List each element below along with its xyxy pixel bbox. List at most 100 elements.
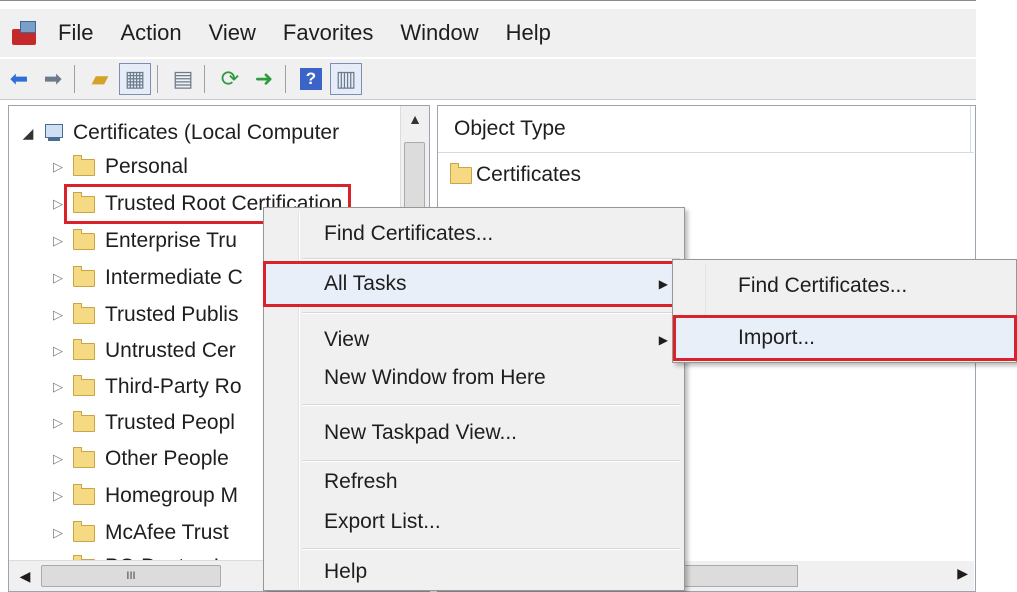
list-item[interactable]: Certificates [450,158,581,192]
menu-item-new-taskpad[interactable]: New Taskpad View... [266,413,682,453]
expanded-arrow-icon[interactable]: ◢ [19,125,37,142]
tree-item-untrusted[interactable]: ▷ Untrusted Cer [49,334,236,368]
menu-item-label: Find Certificates... [738,274,908,297]
menu-item-all-tasks[interactable]: All Tasks ▶ [263,261,685,307]
toolbar-separator [157,65,158,93]
folder-icon [73,302,95,324]
folder-icon [73,338,95,360]
menu-separator [302,312,680,314]
menu-view[interactable]: View [209,20,256,46]
action-pane-icon[interactable]: ▥ [330,63,362,95]
menu-item-export-list[interactable]: Export List... [266,502,682,542]
column-header-object-type[interactable]: Object Type [438,106,974,153]
submenu-arrow-icon: ▶ [658,277,668,291]
toolbar-separator [204,65,205,93]
tree-item-trusted-publishers[interactable]: ▷ Trusted Publis [49,298,238,332]
menu-separator [302,548,680,550]
menu-help[interactable]: Help [506,20,551,46]
menu-item-label: All Tasks [324,272,407,295]
menu-item-label: Export List... [324,510,441,533]
tree-item-personal[interactable]: ▷ Personal [49,150,188,184]
submenu-item-import[interactable]: Import... [673,315,1017,361]
up-folder-icon[interactable]: ▰ [85,64,115,94]
tree-item-third-party[interactable]: ▷ Third-Party Ro [49,370,242,404]
collapsed-arrow-icon[interactable]: ▷ [49,233,67,249]
tree-item-label: Enterprise Tru [105,229,237,252]
column-header-label: Object Type [454,117,566,140]
collapsed-arrow-icon[interactable]: ▷ [49,196,67,212]
menu-item-view[interactable]: View ▶ [266,320,682,360]
menu-file[interactable]: File [58,20,93,46]
menu-item-refresh[interactable]: Refresh [266,462,682,502]
folder-icon [73,483,95,505]
scroll-left-arrow-icon[interactable]: ◀ [13,563,37,589]
menu-item-label: Refresh [324,470,398,493]
collapsed-arrow-icon[interactable]: ▷ [49,488,67,504]
toolbar-separator [74,65,75,93]
collapsed-arrow-icon[interactable]: ▷ [49,159,67,175]
collapsed-arrow-icon[interactable]: ▷ [49,451,67,467]
tree-item-mcafee[interactable]: ▷ McAfee Trust [49,516,229,550]
menu-separator [302,258,680,260]
collapsed-arrow-icon[interactable]: ▷ [49,379,67,395]
tree-item-homegroup[interactable]: ▷ Homegroup M [49,479,238,513]
collapsed-arrow-icon[interactable]: ▷ [49,525,67,541]
tree-root[interactable]: ◢ Certificates (Local Computer [19,116,340,150]
tree-item-label: Personal [105,155,188,178]
menu-item-help[interactable]: Help [266,552,682,592]
properties-icon[interactable]: ▤ [168,64,198,94]
tree-item-label: Untrusted Cer [105,339,236,362]
toolbar: ⬅ ➡ ▰ ▦ ▤ ⟳ ➜ ? ▥ [0,59,976,100]
export-icon[interactable]: ➜ [249,64,279,94]
menu-item-new-window[interactable]: New Window from Here [266,358,682,398]
menu-action[interactable]: Action [120,20,181,46]
folder-icon [73,191,95,213]
help-icon[interactable]: ? [296,64,326,94]
collapsed-arrow-icon[interactable]: ▷ [49,415,67,431]
menu-separator [302,404,680,406]
tree-item-label: Other People [105,447,229,470]
tree-item-other-people[interactable]: ▷ Other People [49,442,229,476]
scroll-up-arrow-icon[interactable]: ▲ [401,106,429,132]
scroll-thumb[interactable]: III [41,565,221,587]
submenu-arrow-icon: ▶ [658,333,668,347]
folder-icon [73,520,95,542]
collapsed-arrow-icon[interactable]: ▷ [49,270,67,286]
all-tasks-submenu: Find Certificates... Import... [672,259,1017,363]
tree-root-label: Certificates (Local Computer [73,121,340,144]
menu-bar: File Action View Favorites Window Help [0,9,976,57]
menu-item-find-certificates[interactable]: Find Certificates... [266,214,682,254]
forward-icon[interactable]: ➡ [38,64,68,94]
collapsed-arrow-icon[interactable]: ▷ [49,343,67,359]
menu-item-label: Find Certificates... [324,222,494,245]
tree-item-label: Intermediate C [105,266,243,289]
list-item-label: Certificates [476,163,582,186]
menu-favorites[interactable]: Favorites [283,20,373,46]
tree-item-intermediate[interactable]: ▷ Intermediate C [49,261,243,295]
menu-item-label: Import... [738,326,816,349]
toolbar-separator [285,65,286,93]
tree-item-label: Homegroup M [105,484,239,507]
computer-icon [43,123,65,143]
mmc-app-icon[interactable] [10,17,42,49]
scroll-thumb[interactable] [676,565,798,587]
tree-item-trusted-people[interactable]: ▷ Trusted Peopl [49,406,235,440]
tree-item-label: Third-Party Ro [105,375,242,398]
menu-window[interactable]: Window [400,20,478,46]
refresh-icon[interactable]: ⟳ [215,64,245,94]
folder-icon [450,162,472,184]
menu-item-label: View [324,328,370,351]
tree-item-label: McAfee Trust [105,521,229,544]
folder-icon [73,374,95,396]
menu-item-label: New Window from Here [324,366,546,389]
context-menu: Find Certificates... All Tasks ▶ View ▶ … [263,207,685,591]
scroll-right-arrow-icon[interactable]: ▶ [957,565,968,582]
column-divider[interactable] [970,106,971,152]
folder-icon [73,446,95,468]
folder-icon [73,410,95,432]
show-hide-tree-icon[interactable]: ▦ [119,63,151,95]
submenu-item-find-certificates[interactable]: Find Certificates... [676,266,1014,306]
tree-item-enterprise[interactable]: ▷ Enterprise Tru [49,224,237,258]
back-icon[interactable]: ⬅ [4,64,34,94]
collapsed-arrow-icon[interactable]: ▷ [49,307,67,323]
